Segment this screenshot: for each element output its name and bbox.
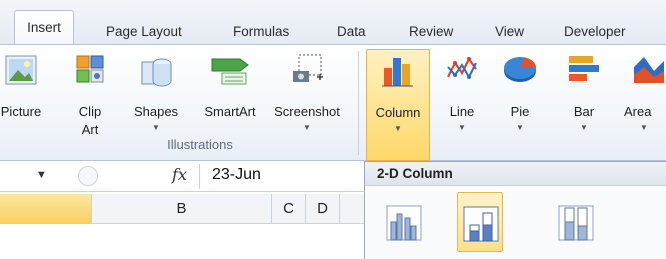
formula-bar-divider [199, 164, 200, 189]
picture-icon [4, 53, 38, 90]
area-dropdown-arrow-icon: ▼ [640, 123, 648, 132]
column-chart-button[interactable]: Column ▼ [366, 49, 430, 161]
worksheet-grid[interactable] [0, 224, 370, 259]
tab-data[interactable]: Data [337, 20, 366, 44]
tab-page-layout[interactable]: Page Layout [106, 20, 182, 44]
formula-input[interactable]: 23-Jun [212, 166, 261, 184]
tab-review[interactable]: Review [409, 20, 453, 44]
name-box-dropdown-icon[interactable]: ▼ [36, 169, 47, 181]
name-box[interactable]: ▼ [0, 163, 68, 190]
area-chart-button[interactable]: Area ▼ [622, 49, 666, 135]
stacked-column-icon [463, 206, 499, 242]
formula-bar: ▼ fx 23-Jun [0, 162, 370, 192]
shapes-icon [138, 53, 174, 92]
100-stacked-column-option[interactable] [553, 192, 599, 252]
clip-art-icon [74, 53, 106, 90]
bar-chart-button[interactable]: Bar ▼ [562, 49, 606, 135]
line-dropdown-arrow-icon: ▼ [458, 123, 466, 132]
pie-chart-button[interactable]: Pie ▼ [498, 49, 542, 135]
column-header-b[interactable]: B [92, 194, 272, 224]
column-chart-icon [381, 54, 415, 91]
clustered-column-icon [386, 205, 422, 241]
screenshot-icon [289, 53, 325, 90]
shapes-dropdown-arrow-icon: ▼ [152, 123, 160, 132]
clustered-column-option[interactable] [381, 192, 427, 252]
line-chart-icon [445, 53, 479, 88]
ribbon-insert: Picture Clip Art Shapes ▼ SmartArt Scree… [0, 44, 666, 161]
pie-chart-icon [502, 53, 538, 88]
tab-insert[interactable]: Insert [14, 10, 74, 45]
tab-formulas[interactable]: Formulas [233, 20, 289, 44]
bar-dropdown-arrow-icon: ▼ [580, 123, 588, 132]
100-stacked-column-icon [558, 205, 594, 241]
area-chart-icon [632, 53, 666, 88]
column-header-a[interactable] [0, 194, 92, 224]
smartart-button[interactable]: SmartArt [195, 49, 265, 135]
insert-function-icon[interactable]: fx [172, 165, 187, 184]
tab-view[interactable]: View [495, 20, 524, 44]
column-chart-dropdown: 2-D Column [364, 161, 666, 259]
column-header-d[interactable]: D [306, 194, 340, 224]
screenshot-dropdown-arrow-icon: ▼ [303, 123, 311, 132]
column-header-c[interactable]: C [272, 194, 306, 224]
dropdown-section-title: 2-D Column [365, 162, 666, 186]
formula-bar-expand-icon[interactable] [78, 166, 98, 186]
pie-dropdown-arrow-icon: ▼ [516, 123, 524, 132]
shapes-button[interactable]: Shapes ▼ [128, 49, 184, 135]
column-dropdown-arrow-icon: ▼ [394, 124, 402, 133]
line-chart-button[interactable]: Line ▼ [440, 49, 484, 135]
smartart-icon [210, 53, 250, 90]
screenshot-button[interactable]: Screenshot ▼ [266, 49, 348, 135]
picture-button[interactable]: Picture [0, 49, 48, 135]
tab-developer[interactable]: Developer [564, 20, 626, 44]
clip-art-button[interactable]: Clip Art [70, 49, 110, 137]
bar-chart-icon [567, 53, 601, 88]
column-headers: B C D [0, 194, 370, 224]
illustrations-group-label: Illustrations [167, 137, 233, 152]
group-separator [358, 51, 359, 155]
ribbon-tab-bar: Insert Page Layout Formulas Data Review … [0, 0, 666, 45]
stacked-column-option[interactable] [457, 192, 503, 252]
